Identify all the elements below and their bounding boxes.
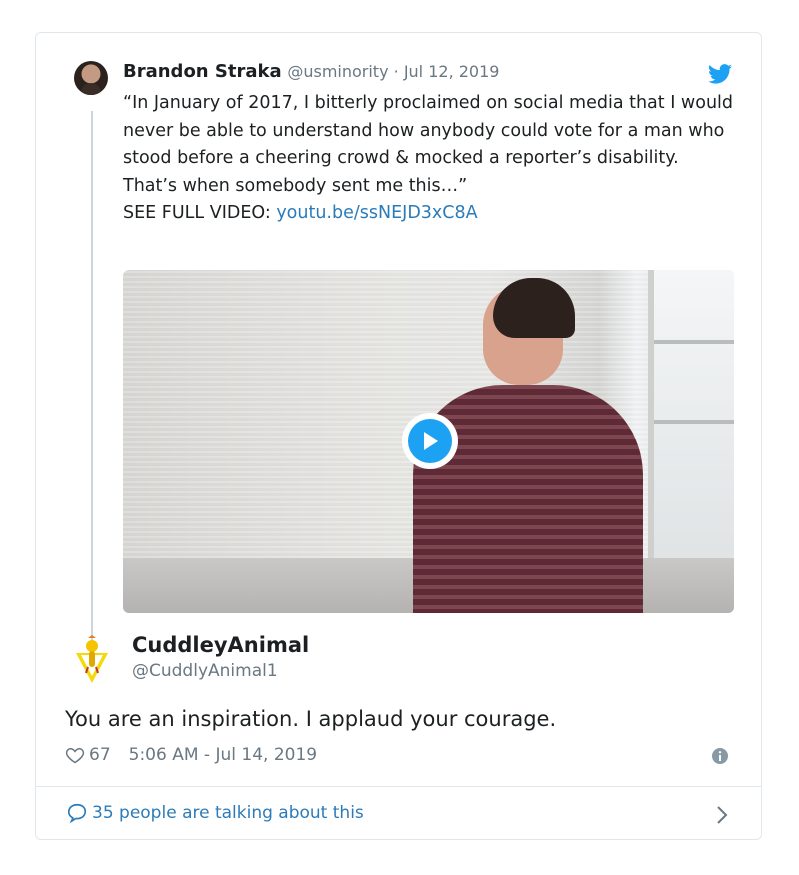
tweet-date[interactable]: Jul 12, 2019 [404, 62, 500, 81]
play-circle [408, 419, 452, 463]
video-link[interactable]: youtu.be/ssNEJD3xC8A [276, 203, 477, 223]
play-button[interactable] [402, 413, 458, 469]
reply-text: You are an inspiration. I applaud your c… [65, 707, 557, 731]
conversation-link[interactable]: 35 people are talking about this [66, 802, 364, 824]
conversation-label[interactable]: 35 people are talking about this [92, 803, 364, 823]
tweet-timestamp[interactable]: 5:06 AM - Jul 14, 2019 [129, 745, 317, 765]
quoted-tweet-header: Brandon Straka @usminority · Jul 12, 201… [123, 61, 499, 82]
quoted-tweet-text: “In January of 2017, I bitterly proclaim… [123, 90, 748, 228]
video-line: SEE FULL VIDEO: youtu.be/ssNEJD3xC8A [123, 200, 748, 228]
divider [36, 786, 761, 787]
play-icon [424, 432, 438, 450]
tweet-text-line: “In January of 2017, I bitterly proclaim… [123, 93, 734, 168]
twitter-bird-icon[interactable] [708, 63, 732, 85]
like-count[interactable]: 67 [89, 745, 111, 765]
tweet-text-line: That’s when somebody sent me this…” [123, 175, 468, 196]
thread-line [91, 111, 93, 659]
window [648, 270, 734, 570]
tweet-actions: 67 5:06 AM - Jul 14, 2019 [65, 745, 317, 765]
tweet-card: Brandon Straka @usminority · Jul 12, 201… [35, 32, 762, 840]
video-prefix: SEE FULL VIDEO: [123, 203, 277, 223]
info-icon[interactable] [712, 748, 728, 764]
author-handle[interactable]: @usminority [287, 62, 388, 81]
window-frame [654, 340, 734, 344]
meta-separator: · [388, 62, 404, 81]
reply-author-handle[interactable]: @CuddlyAnimal1 [132, 661, 278, 681]
author-name[interactable]: Brandon Straka [123, 61, 282, 82]
chevron-right-icon[interactable] [716, 805, 728, 825]
window-frame [654, 420, 734, 424]
speech-bubble-icon [67, 803, 87, 824]
avatar[interactable] [74, 61, 108, 95]
video-thumbnail[interactable] [123, 270, 734, 613]
heart-icon[interactable] [65, 745, 85, 765]
avatar[interactable] [74, 635, 110, 685]
reply-author-name[interactable]: CuddleyAnimal [132, 633, 309, 657]
